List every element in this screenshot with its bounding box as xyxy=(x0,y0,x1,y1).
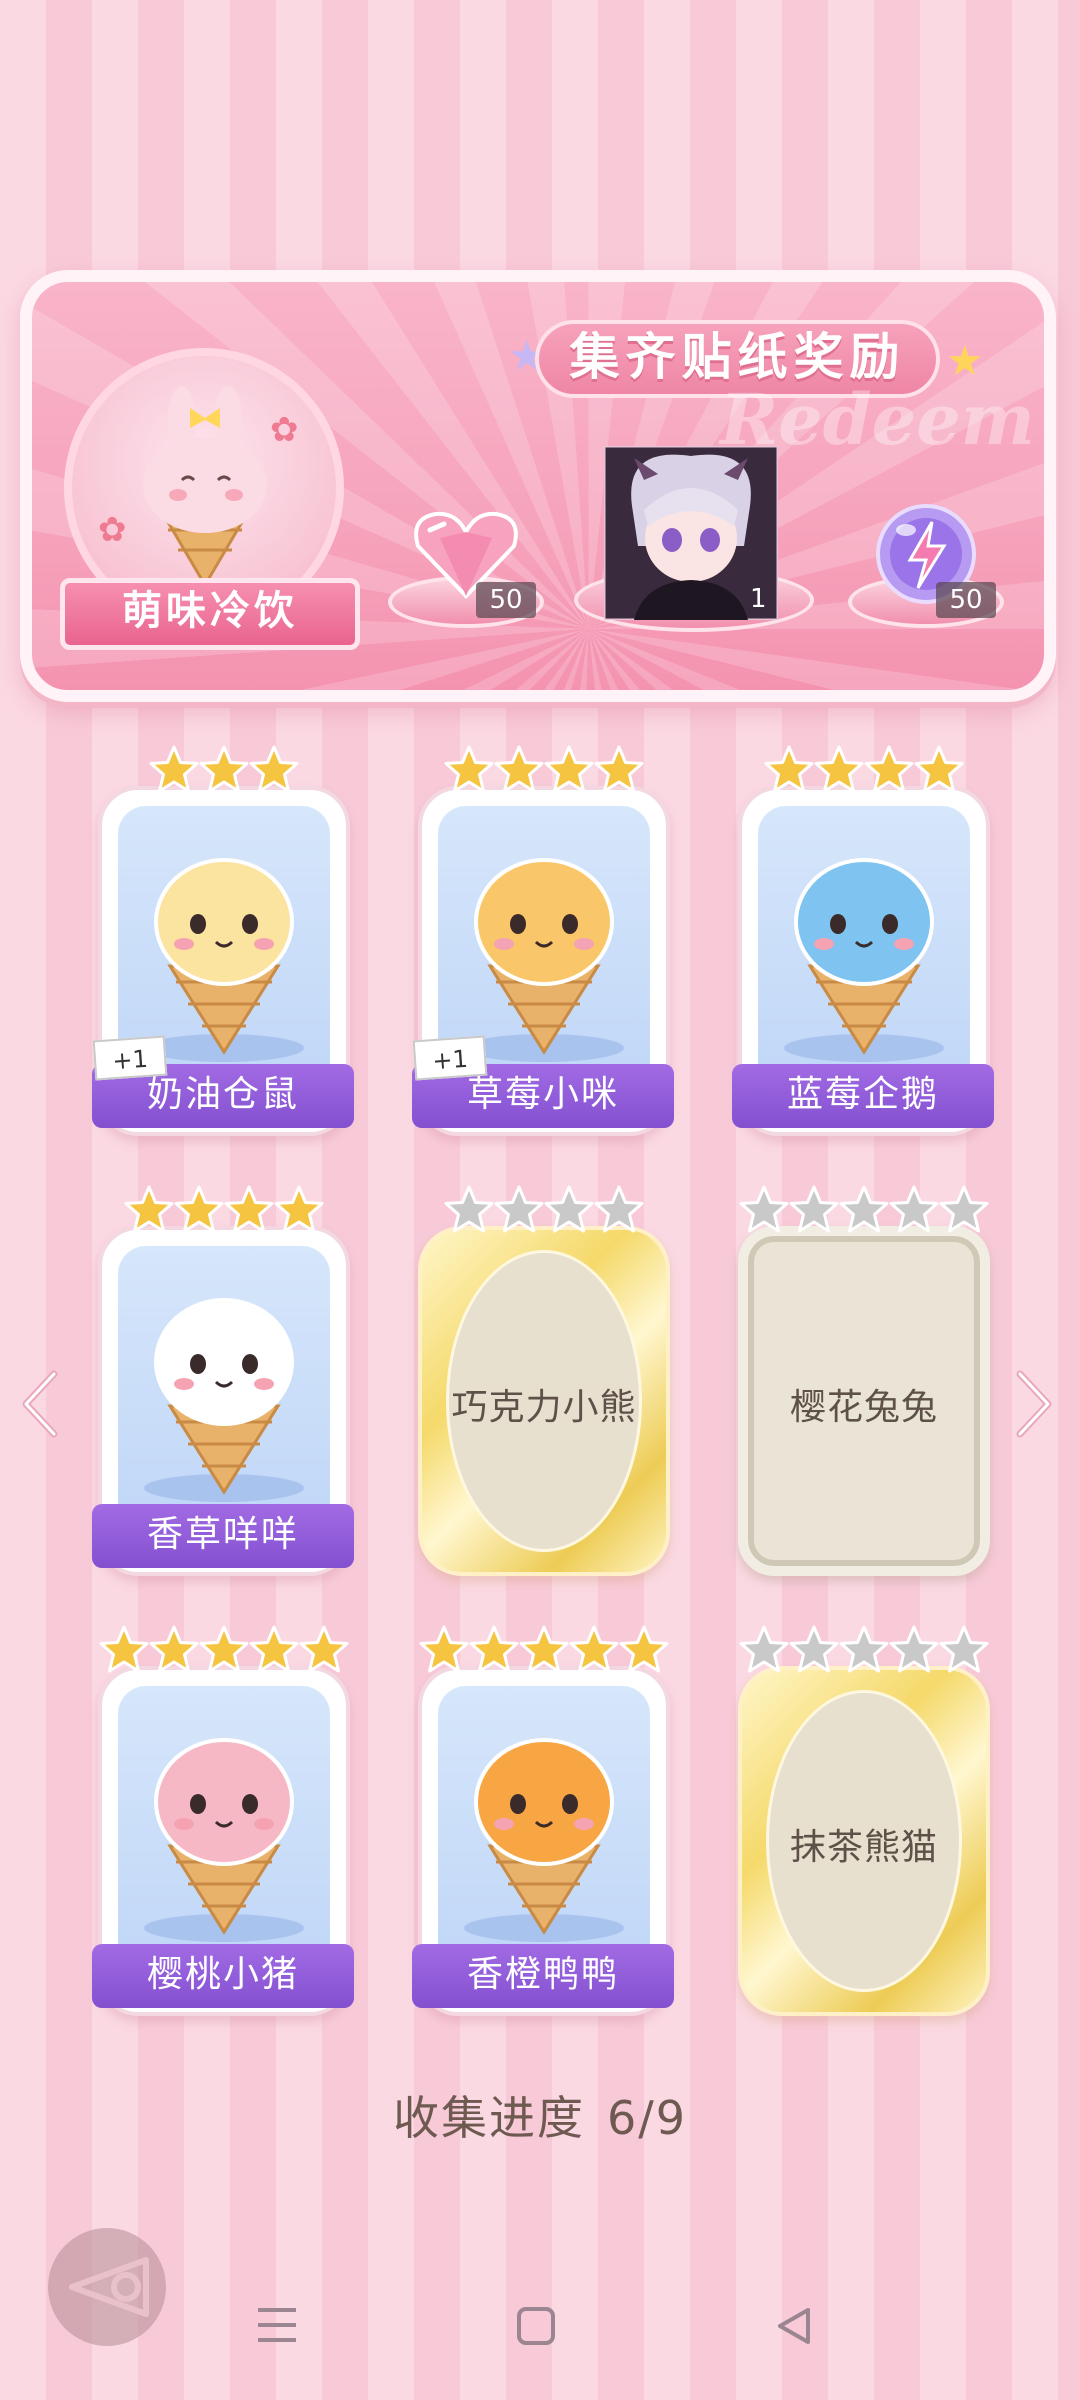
sticker-name: 香橙鸭鸭 xyxy=(466,1954,619,1995)
star-icon: ★ xyxy=(946,336,984,385)
star-icon xyxy=(839,1625,889,1673)
locked-sticker-name: 樱花兔兔 xyxy=(789,1387,938,1428)
series-name: 萌味冷饮 xyxy=(122,588,298,634)
star-icon xyxy=(174,1185,224,1233)
reward-count: 50 xyxy=(936,582,996,618)
locked-sticker-name: 巧克力小熊 xyxy=(451,1387,637,1428)
sticker-card[interactable]: 香橙鸭鸭 xyxy=(412,1666,674,2016)
star-icon xyxy=(594,1185,644,1233)
star-icon xyxy=(544,1185,594,1233)
rarity-stars xyxy=(738,1184,990,1236)
star-icon xyxy=(789,1625,839,1673)
menu-icon[interactable] xyxy=(256,2306,298,2344)
flower-icon: ✿ xyxy=(98,510,127,550)
star-icon xyxy=(519,1625,569,1673)
system-back-icon[interactable] xyxy=(774,2306,814,2346)
star-icon xyxy=(199,745,249,793)
star-icon xyxy=(494,1185,544,1233)
star-icon xyxy=(594,745,644,793)
star-icon xyxy=(469,1625,519,1673)
star-icon xyxy=(249,1625,299,1673)
ice-cream-character-icon xyxy=(464,858,624,1062)
sticker-name: 蓝莓企鹅 xyxy=(786,1074,939,1115)
star-icon xyxy=(889,1625,939,1673)
star-icon xyxy=(99,1625,149,1673)
star-icon xyxy=(914,745,964,793)
sticker-card[interactable]: 樱桃小猪 xyxy=(92,1666,354,2016)
rarity-stars xyxy=(738,1624,990,1676)
rarity-stars xyxy=(418,1624,670,1676)
star-icon xyxy=(224,1185,274,1233)
star-icon xyxy=(544,745,594,793)
star-icon xyxy=(569,1625,619,1673)
sticker-art xyxy=(118,1246,330,1546)
next-page-arrow-icon[interactable] xyxy=(1014,1368,1054,1440)
sticker-name: 樱桃小猪 xyxy=(146,1954,299,1995)
star-icon xyxy=(739,1625,789,1673)
rarity-stars xyxy=(98,744,350,796)
sticker-card[interactable]: 奶油仓鼠 +1 xyxy=(92,786,354,1136)
star-icon xyxy=(299,1625,349,1673)
rarity-stars xyxy=(98,1624,350,1676)
sticker-card[interactable]: 草莓小咪 +1 xyxy=(412,786,674,1136)
rarity-stars xyxy=(418,744,670,796)
sticker-name: 香草咩咩 xyxy=(146,1514,299,1555)
ice-cream-character-icon xyxy=(144,1298,304,1502)
star-icon xyxy=(619,1625,669,1673)
star-icon xyxy=(814,745,864,793)
star-icon xyxy=(764,745,814,793)
progress-value: 6/9 xyxy=(606,2091,688,2145)
star-icon xyxy=(249,745,299,793)
star-icon xyxy=(274,1185,324,1233)
ice-cream-character-icon xyxy=(144,1738,304,1942)
sticker-art xyxy=(118,1686,330,1986)
star-icon xyxy=(889,1185,939,1233)
back-arrow-icon xyxy=(69,2257,149,2317)
star-icon xyxy=(864,745,914,793)
ice-cream-character-icon xyxy=(784,858,944,1062)
ice-cream-character-icon xyxy=(464,1738,624,1942)
rarity-stars xyxy=(738,744,990,796)
duplicate-count-badge: +1 xyxy=(92,1035,168,1081)
sticker-art xyxy=(758,806,970,1106)
star-icon xyxy=(444,1185,494,1233)
star-icon xyxy=(789,1185,839,1233)
locked-sticker-name: 抹茶熊猫 xyxy=(789,1827,938,1868)
sticker-art xyxy=(438,1686,650,1986)
star-icon xyxy=(739,1185,789,1233)
rarity-stars xyxy=(98,1184,350,1236)
star-icon xyxy=(939,1185,989,1233)
sticker-card[interactable]: 香草咩咩 xyxy=(92,1226,354,1576)
flower-icon: ✿ xyxy=(270,410,299,450)
star-icon xyxy=(124,1185,174,1233)
home-icon[interactable] xyxy=(516,2306,556,2346)
star-icon xyxy=(444,745,494,793)
star-icon xyxy=(494,745,544,793)
star-icon xyxy=(199,1625,249,1673)
duplicate-count-badge: +1 xyxy=(412,1035,488,1081)
bunny-ice-cream-icon xyxy=(143,386,267,588)
star-icon xyxy=(839,1185,889,1233)
rarity-stars xyxy=(418,1184,670,1236)
progress-label: 收集进度 xyxy=(392,2091,585,2145)
sticker-card[interactable]: 蓝莓企鹅 xyxy=(732,786,994,1136)
star-icon xyxy=(419,1625,469,1673)
reward-count: 1 xyxy=(750,584,767,614)
star-icon xyxy=(149,745,199,793)
star-icon xyxy=(939,1625,989,1673)
reward-count: 50 xyxy=(476,582,536,618)
previous-page-arrow-icon[interactable] xyxy=(20,1368,60,1440)
ice-cream-character-icon xyxy=(144,858,304,1062)
collection-progress: 收集进度 6/9 xyxy=(0,2082,1080,2148)
star-icon xyxy=(149,1625,199,1673)
